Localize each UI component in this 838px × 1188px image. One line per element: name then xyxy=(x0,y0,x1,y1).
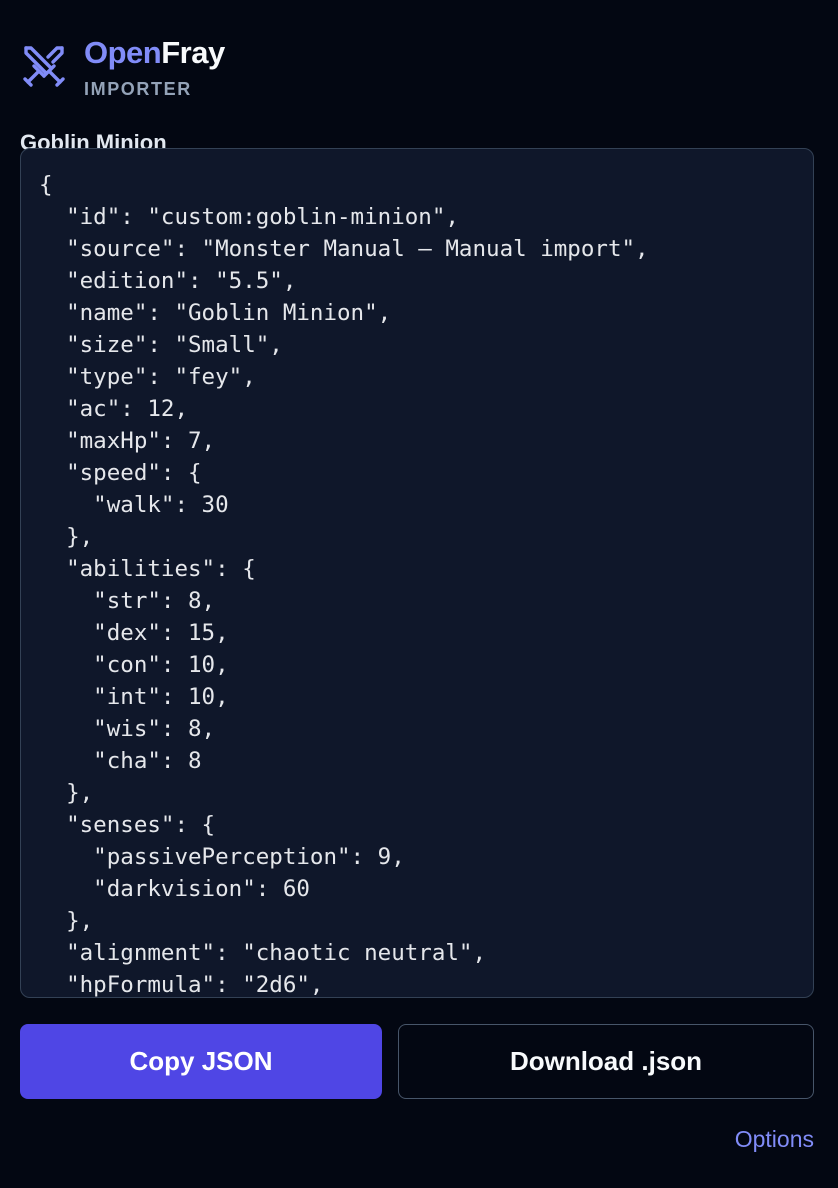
brand-text: OpenFray IMPORTER xyxy=(84,36,225,100)
code-line: "size": "Small", xyxy=(39,332,283,358)
code-line: "str": 8, xyxy=(39,588,216,614)
code-line: "dex": 15, xyxy=(39,620,229,646)
code-line: "cha": 8 xyxy=(39,748,202,774)
crossed-swords-icon xyxy=(20,42,68,90)
code-line: }, xyxy=(39,908,94,934)
code-line: "abilities": { xyxy=(39,556,256,582)
app-subtitle: IMPORTER xyxy=(84,79,192,99)
importer-popup: OpenFray IMPORTER Goblin Minion { "id": … xyxy=(0,0,838,1188)
code-line: "maxHp": 7, xyxy=(39,428,216,454)
json-preview-panel[interactable]: { "id": "custom:goblin-minion", "source"… xyxy=(20,148,814,998)
code-line: "type": "fey", xyxy=(39,364,256,390)
code-line: { xyxy=(39,172,53,198)
code-line: "walk": 30 xyxy=(39,492,229,518)
code-line: "con": 10, xyxy=(39,652,229,678)
code-line: }, xyxy=(39,780,94,806)
app-name: OpenFray xyxy=(84,36,225,70)
code-line: "name": "Goblin Minion", xyxy=(39,300,392,326)
code-line: "alignment": "chaotic neutral", xyxy=(39,940,487,966)
app-name-open: Open xyxy=(84,35,162,70)
code-line: "darkvision": 60 xyxy=(39,876,310,902)
options-link[interactable]: Options xyxy=(735,1126,814,1153)
code-line: "source": "Monster Manual – Manual impor… xyxy=(39,236,649,262)
code-line: "hpFormula": "2d6", xyxy=(39,972,324,998)
brand-header: OpenFray IMPORTER xyxy=(20,36,225,99)
copy-json-button[interactable]: Copy JSON xyxy=(20,1024,382,1099)
code-line: }, xyxy=(39,524,94,550)
code-line: "edition": "5.5", xyxy=(39,268,297,294)
download-json-button[interactable]: Download .json xyxy=(398,1024,814,1099)
code-line: "ac": 12, xyxy=(39,396,189,422)
code-line: "senses": { xyxy=(39,812,216,838)
app-name-fray: Fray xyxy=(161,35,225,70)
code-line: "wis": 8, xyxy=(39,716,216,742)
code-line: "passivePerception": 9, xyxy=(39,844,405,870)
code-line: "int": 10, xyxy=(39,684,229,710)
json-preview-code: { "id": "custom:goblin-minion", "source"… xyxy=(21,149,813,998)
code-line: "id": "custom:goblin-minion", xyxy=(39,204,459,230)
code-line: "speed": { xyxy=(39,460,202,486)
